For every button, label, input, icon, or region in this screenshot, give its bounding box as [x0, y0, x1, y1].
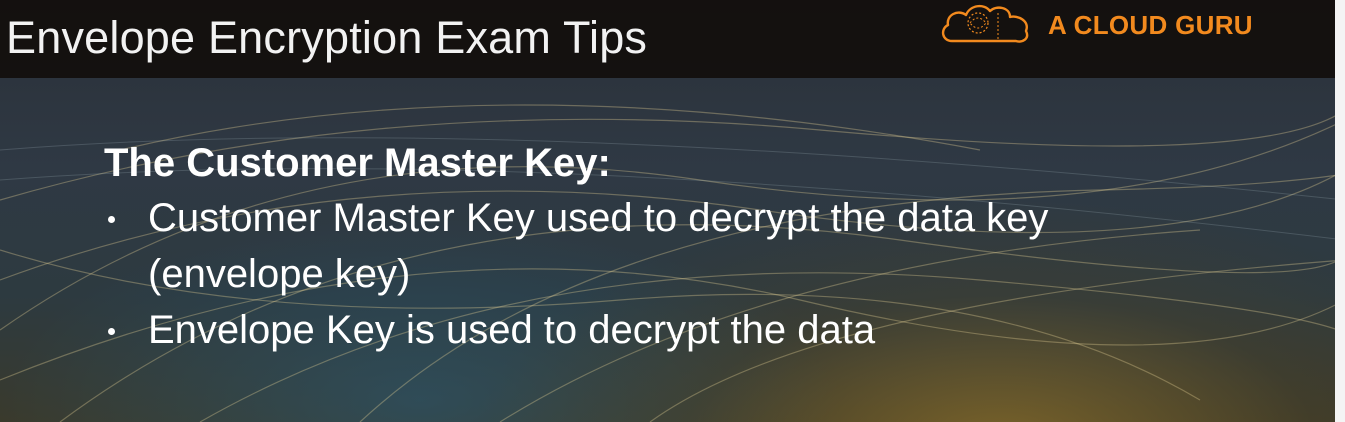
slide-content: The Customer Master Key: Customer Master… — [104, 136, 1228, 358]
right-edge-strip — [1335, 0, 1345, 422]
bullet-item: Customer Master Key used to decrypt the … — [104, 190, 1228, 302]
cloud-icon — [938, 1, 1034, 50]
bullet-item: Envelope Key is used to decrypt the data — [104, 302, 1228, 358]
bullet-dot-icon — [108, 216, 115, 223]
logo-text: A CLOUD GURU — [1048, 9, 1253, 40]
bullet-dot-icon — [108, 328, 115, 335]
bullet-list: Customer Master Key used to decrypt the … — [104, 190, 1228, 358]
logo: A CLOUD GURU — [938, 2, 1253, 48]
section-heading: The Customer Master Key: — [104, 141, 611, 185]
slide: Envelope Encryption Exam Tips A CLOUD GU… — [0, 0, 1345, 422]
bullet-text: Customer Master Key used to decrypt the … — [148, 196, 1049, 296]
bullet-text: Envelope Key is used to decrypt the data — [148, 308, 876, 352]
slide-title: Envelope Encryption Exam Tips — [6, 12, 648, 63]
